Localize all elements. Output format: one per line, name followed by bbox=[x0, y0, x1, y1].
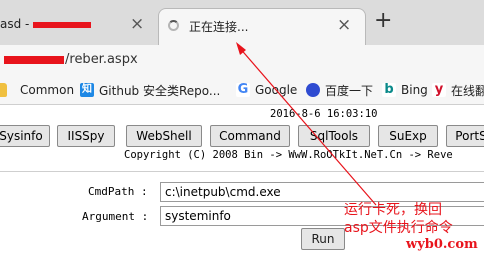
annotation-note: 运行卡死，换回 asp文件执行命令 bbox=[344, 201, 474, 237]
iisspy-button[interactable]: IISSpy bbox=[57, 125, 115, 147]
run-button[interactable]: Run bbox=[301, 228, 345, 250]
annotation-line: asp文件执行命令 bbox=[344, 220, 453, 236]
bookmark-label: Bing bbox=[401, 83, 428, 97]
cmdpath-input[interactable] bbox=[160, 182, 484, 202]
bookmarks-bar: Common 知 Github 安全类Repo... G Google 百度一下… bbox=[0, 75, 484, 105]
bookmark-baidu[interactable]: 百度一下 bbox=[306, 81, 373, 99]
argument-label: Argument : bbox=[82, 210, 149, 223]
tab-active[interactable]: 正在连接... × bbox=[158, 8, 366, 45]
redaction-mark bbox=[4, 55, 64, 64]
webshell-button[interactable]: WebShell bbox=[126, 125, 202, 147]
suexp-button[interactable]: SuExp bbox=[378, 125, 438, 147]
tab-title: asd - bbox=[0, 17, 92, 31]
tab-inactive[interactable]: asd - × bbox=[0, 8, 160, 45]
close-icon[interactable]: × bbox=[337, 15, 351, 35]
baidu-icon bbox=[306, 83, 320, 97]
portscan-button[interactable]: PortS bbox=[446, 125, 484, 147]
bookmark-label: Github 安全类Repo... bbox=[99, 83, 221, 98]
bookmark-label: 百度一下 bbox=[325, 83, 374, 98]
address-bar: /reber.aspx bbox=[0, 45, 484, 75]
annotation-line: 运行卡死，换回 bbox=[344, 202, 442, 218]
bookmark-bing[interactable]: b Bing bbox=[382, 81, 428, 99]
tab-title: 正在连接... bbox=[189, 20, 249, 34]
url-field[interactable]: /reber.aspx bbox=[4, 52, 138, 67]
tab-strip: asd - × 正在连接... × + bbox=[0, 0, 484, 45]
bookmark-common[interactable]: Common bbox=[20, 81, 74, 99]
watermark: wyb0.com bbox=[406, 237, 478, 252]
new-tab-button[interactable]: + bbox=[374, 9, 392, 33]
bookmark-label: Google bbox=[255, 83, 298, 97]
folder-icon bbox=[0, 83, 7, 97]
sysinfo-button[interactable]: Sysinfo bbox=[0, 125, 50, 147]
sqltools-button[interactable]: SqlTools bbox=[298, 125, 370, 147]
cmdpath-label: CmdPath : bbox=[88, 185, 148, 198]
loading-spinner-icon bbox=[168, 20, 179, 31]
copyright-text: Copyright (C) 2008 Bin -> WwW.RoOTkIt.Ne… bbox=[124, 149, 453, 161]
bookmark-label: 在线翻 bbox=[451, 83, 484, 98]
bookmark-google[interactable]: G Google bbox=[236, 81, 297, 99]
close-icon[interactable]: × bbox=[130, 14, 144, 34]
url-path: /reber.aspx bbox=[65, 52, 138, 67]
bookmark-label: Common bbox=[20, 83, 75, 97]
redaction-mark bbox=[33, 21, 92, 28]
server-datetime: 2016-8-6 16:03:10 bbox=[270, 108, 378, 120]
bookmark-github-security[interactable]: 知 Github 安全类Repo... bbox=[80, 81, 220, 99]
page-content: 2016-8-6 16:03:10 Sysinfo IISSpy WebShel… bbox=[0, 105, 484, 263]
bookmark-translate[interactable]: y 在线翻 bbox=[432, 81, 484, 99]
command-button[interactable]: Command bbox=[210, 125, 290, 147]
google-icon: G bbox=[236, 82, 250, 97]
zhihu-icon: 知 bbox=[80, 83, 94, 97]
bookmark-folder[interactable] bbox=[0, 81, 12, 99]
y-icon: y bbox=[432, 83, 446, 97]
bing-icon: b bbox=[382, 83, 396, 97]
divider bbox=[0, 171, 484, 172]
